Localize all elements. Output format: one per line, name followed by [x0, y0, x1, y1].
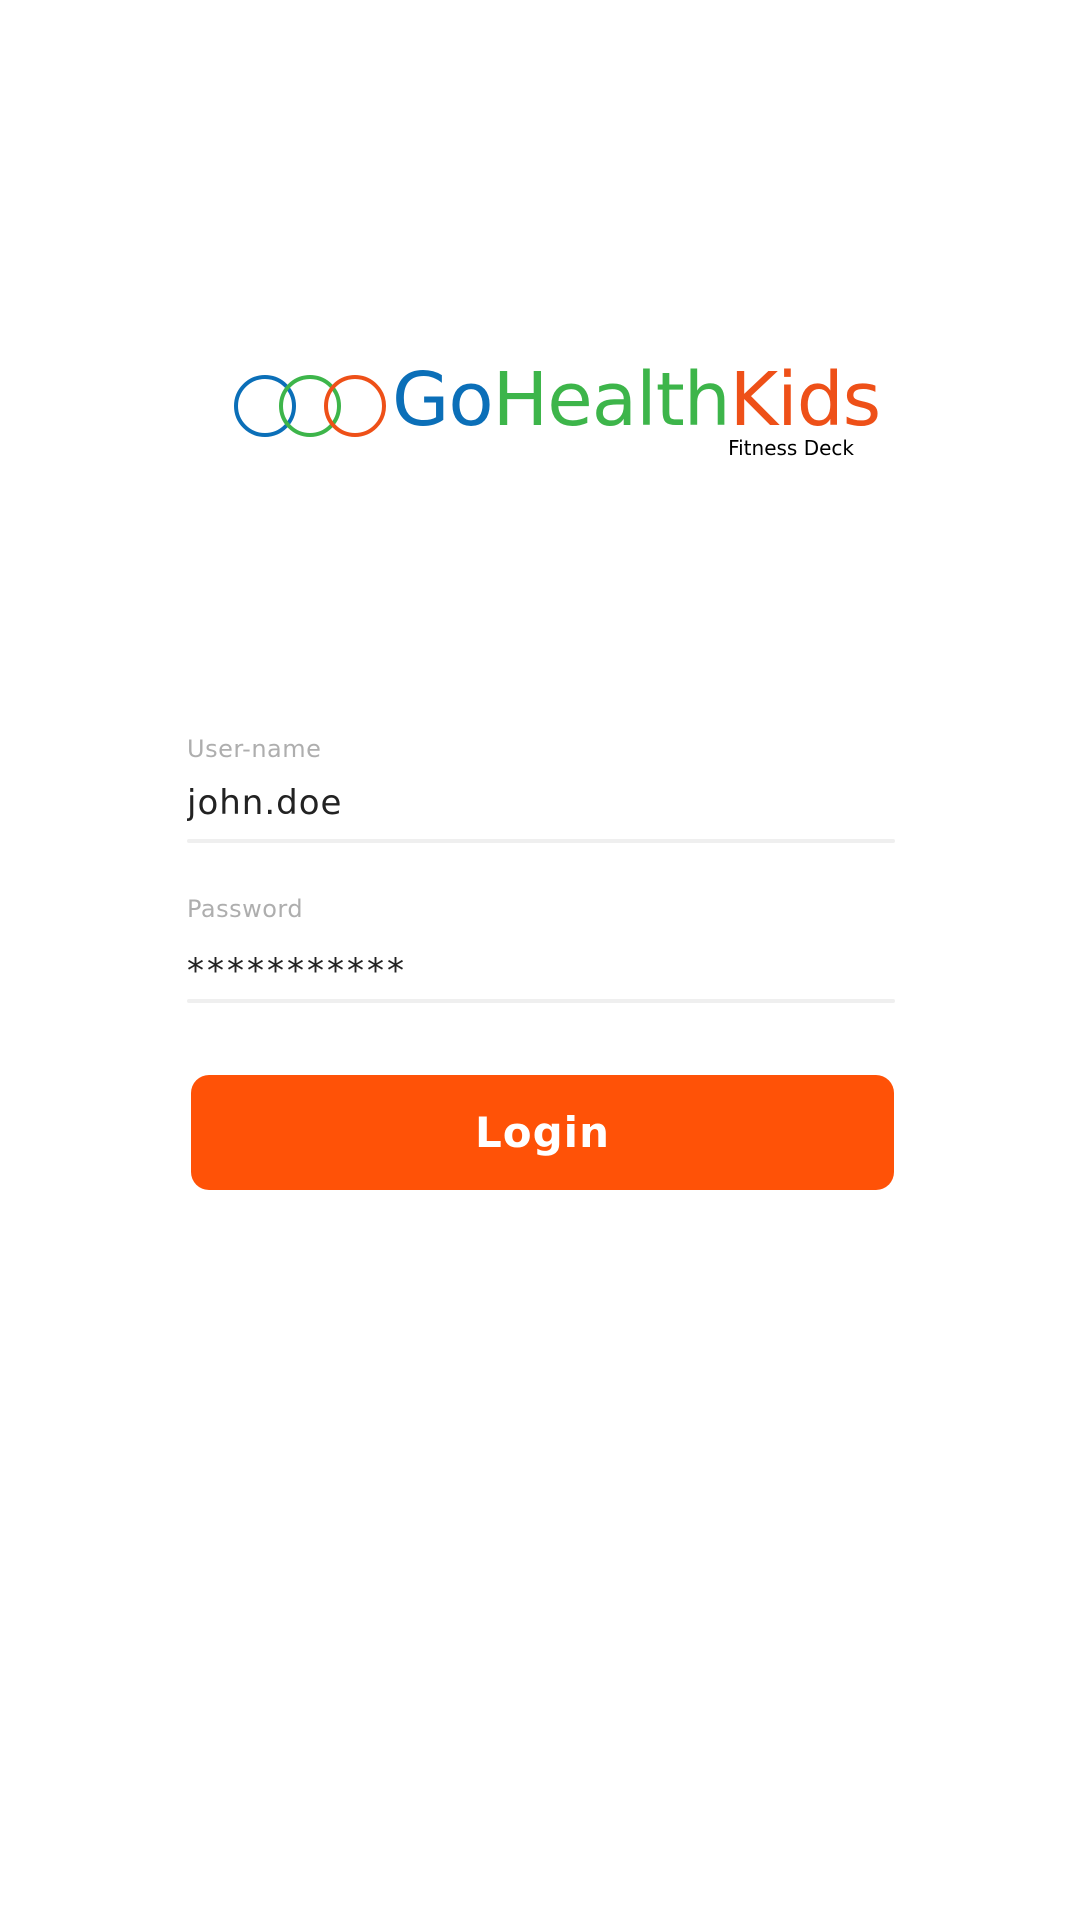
login-form: User-name Password	[187, 735, 895, 1005]
password-input[interactable]	[187, 951, 895, 991]
logo-word-go: Go	[392, 357, 494, 443]
password-underline	[187, 999, 895, 1003]
username-underline	[187, 839, 895, 843]
password-field: Password	[187, 895, 895, 1005]
logo-word-health: Health	[492, 357, 731, 443]
olympic-rings-icon	[234, 375, 386, 437]
app-logo: GoHealthKids Fitness Deck	[234, 358, 881, 470]
logo-word-kids: Kids	[729, 357, 882, 443]
logo-wordmark: GoHealthKids	[392, 357, 882, 443]
username-label: User-name	[187, 735, 322, 763]
login-button[interactable]: Login	[191, 1075, 894, 1190]
password-label: Password	[187, 895, 304, 923]
logo-subtitle: Fitness Deck	[728, 436, 854, 460]
username-input[interactable]	[187, 783, 895, 823]
username-field: User-name	[187, 735, 895, 845]
